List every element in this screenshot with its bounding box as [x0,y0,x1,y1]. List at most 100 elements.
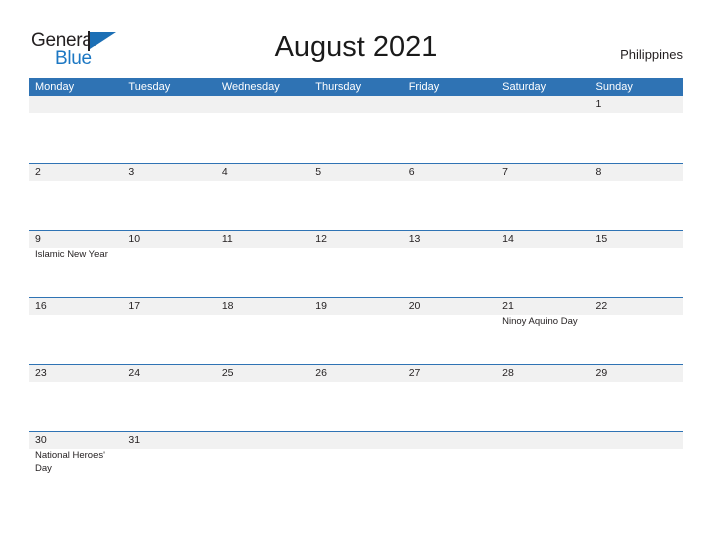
day-cell-empty [216,432,309,497]
day-number: 20 [408,300,421,312]
weekday-header-wednesday: Wednesday [221,81,280,93]
day-cell-empty [496,432,589,497]
day-number: 13 [408,233,421,245]
week-cells: 16 17 18 19 20 21 Ninoy Aquino Day 22 [29,298,683,363]
day-number: 24 [128,367,141,379]
day-cell[interactable]: 4 [216,164,309,229]
day-cell-empty [29,96,122,161]
day-number: 15 [595,233,608,245]
day-cell[interactable]: 9 Islamic New Year [29,231,122,296]
day-cell-empty [309,96,402,161]
country-label: Philippines [620,47,683,62]
day-cell[interactable]: 11 [216,231,309,296]
day-number: 7 [502,166,508,178]
week-cells: 30 National Heroes' Day 31 [29,432,683,497]
week-cells: 2 3 4 5 6 7 8 [29,164,683,229]
weekday-header-row: Monday Tuesday Wednesday Thursday Friday Satu… [29,78,683,96]
weekday-header-thursday: Thursday [315,81,362,93]
day-cell[interactable]: 7 [496,164,589,229]
holiday-label: Ninoy Aquino Day [502,316,578,327]
calendar-week-row: 30 National Heroes' Day 31 [29,431,683,498]
day-number: 1 [595,98,602,110]
day-number: 25 [221,367,234,379]
calendar-week-row: 9 Islamic New Year 10 11 12 13 14 15 [29,230,683,297]
day-number: 3 [128,166,135,178]
day-number: 4 [221,166,228,178]
calendar-week-row: 23 24 25 26 27 28 29 [29,364,683,431]
calendar-table: Monday Tuesday Wednesday Thursday Friday Satu… [29,78,683,498]
day-cell[interactable]: 19 [309,298,402,363]
day-cell-empty [403,96,496,161]
weekday-header-tuesday: Tuesday [128,81,171,93]
day-number: 19 [315,300,327,312]
day-cell[interactable]: 21 Ninoy Aquino Day [496,298,589,363]
day-number: 2 [35,166,41,178]
day-number: 9 [35,233,41,245]
day-cell[interactable]: 24 [122,365,215,430]
day-number: 30 [35,434,47,446]
day-number: 18 [221,300,234,312]
weekday-header-saturday: Saturday [502,81,547,93]
day-cell[interactable]: 13 [403,231,496,296]
day-cell[interactable]: 3 [122,164,215,229]
day-cell[interactable]: 27 [403,365,496,430]
weekday-header-friday: Friday [408,81,440,93]
day-cell[interactable]: 31 [122,432,215,497]
day-cell[interactable]: 6 [403,164,496,229]
day-number: 26 [315,367,327,379]
day-cell[interactable]: 12 [309,231,402,296]
day-cell[interactable]: 8 [590,164,683,229]
day-cell[interactable]: 28 [496,365,589,430]
holiday-label: Islamic New Year [35,249,108,260]
calendar-weeks: 1 2 3 4 5 6 7 8 9 Islamic New Year 10 11 12 13 14 15 16 1… [29,96,683,498]
day-cell[interactable]: 17 [122,298,215,363]
day-cell[interactable]: 25 [216,365,309,430]
day-cell[interactable]: 2 [29,164,122,229]
calendar-page: General Blue August 2021 Philippines Mon… [0,0,712,550]
day-cell[interactable]: 14 [496,231,589,296]
day-number: 21 [502,300,514,312]
day-cell-empty [496,96,589,161]
day-cell[interactable]: 16 [29,298,122,363]
day-cell[interactable]: 15 [590,231,683,296]
calendar-week-row: 16 17 18 19 20 21 Ninoy Aquino Day 22 [29,297,683,364]
day-cell[interactable]: 20 [403,298,496,363]
week-cells: 1 [29,96,683,161]
weekday-header-sunday: Sunday [595,81,633,93]
day-number: 27 [408,367,421,379]
day-cell[interactable]: 26 [309,365,402,430]
day-number: 29 [595,367,608,379]
page-title: August 2021 [274,31,438,63]
week-cells: 23 24 25 26 27 28 29 [29,365,683,430]
day-number: 16 [35,300,47,312]
day-cell-empty [122,96,215,161]
day-cell-empty [590,432,683,497]
page-header: General Blue August 2021 Philippines [0,0,712,78]
day-number: 22 [595,300,608,312]
day-number: 6 [408,166,415,178]
day-number: 8 [595,166,602,178]
day-number: 12 [315,233,327,245]
day-cell[interactable]: 1 [590,96,683,161]
day-number: 31 [128,434,141,446]
day-cell[interactable]: 30 National Heroes' Day [29,432,122,497]
day-cell[interactable]: 23 [29,365,122,430]
day-number: 10 [128,233,141,245]
calendar-week-row: 1 [29,96,683,163]
day-cell[interactable]: 22 [590,298,683,363]
weekday-header-monday: Monday [35,81,75,93]
day-cell-empty [216,96,309,161]
day-number: 5 [315,166,322,178]
calendar-week-row: 2 3 4 5 6 7 8 [29,163,683,230]
day-cell[interactable]: 5 [309,164,402,229]
day-number: 23 [35,367,47,379]
day-number: 28 [502,367,514,379]
day-number: 14 [502,233,514,245]
day-cell[interactable]: 10 [122,231,215,296]
day-cell[interactable]: 29 [590,365,683,430]
day-cell[interactable]: 18 [216,298,309,363]
week-cells: 9 Islamic New Year 10 11 12 13 14 15 [29,231,683,296]
day-cell-empty [309,432,402,497]
day-cell-empty [403,432,496,497]
holiday-label: National Heroes' Day [35,450,105,474]
